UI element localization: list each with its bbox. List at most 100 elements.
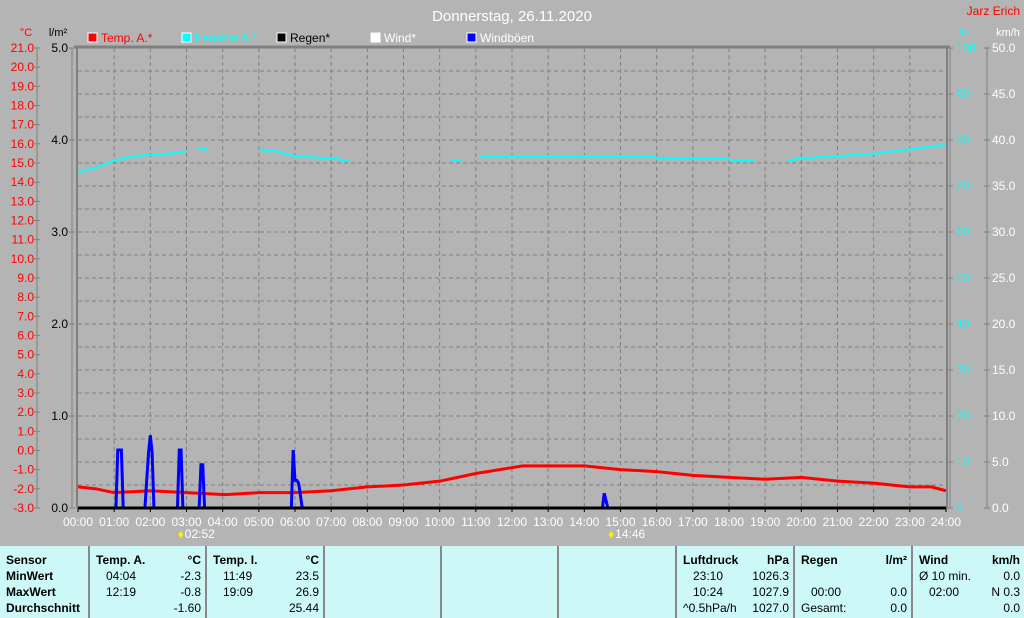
rain-header: Regen <box>801 553 838 567</box>
humidity-tick-label: 70 <box>956 179 970 193</box>
temp-tick-label: 18.0 <box>11 99 35 113</box>
humidity-tick-label: 20 <box>956 409 970 423</box>
temp-a-header: Temp. A. <box>96 553 146 567</box>
humidity-tick-label: 40 <box>956 317 970 331</box>
rain-tick-label: 3.0 <box>51 225 68 239</box>
temp-i-max: 26.9 <box>295 585 319 599</box>
wind-tick-label: 0.0 <box>992 501 1009 515</box>
x-tick-label: 19:00 <box>750 515 780 529</box>
temp-tick-label: 9.0 <box>17 271 34 285</box>
durchschnitt-label: Durchschnitt <box>6 601 81 615</box>
wind-tick-label: 5.0 <box>992 455 1009 469</box>
statistics-panel: Sensor MinWert MaxWert Durchschnitt Temp… <box>0 546 1024 618</box>
wind-tick-label: 40.0 <box>992 133 1016 147</box>
pressure-min: 1026.3 <box>752 569 789 583</box>
rain-value: 0.0 <box>890 585 907 599</box>
x-tick-label: 21:00 <box>822 515 852 529</box>
temp-tick-label: 13.0 <box>11 194 35 208</box>
x-tick-label: 07:00 <box>316 515 346 529</box>
x-tick-label: 01:00 <box>99 515 129 529</box>
x-tick-label: 10:00 <box>425 515 455 529</box>
temp-tick-label: 1.0 <box>17 424 34 438</box>
x-tick-label: 14:00 <box>569 515 599 529</box>
temp-i-min-time: 11:49 <box>223 569 253 583</box>
temp-axis-unit: °C <box>20 27 32 39</box>
author-label: Jarz Erich <box>967 4 1020 18</box>
legend-label: Feuchte A.* <box>195 31 257 45</box>
x-tick-label: 02:00 <box>135 515 165 529</box>
maxwert-label: MaxWert <box>6 585 56 599</box>
wind-max: N 0.3 <box>991 585 1020 599</box>
temp-i-max-time: 19:09 <box>223 585 254 599</box>
humidity-tick-label: 0 <box>956 501 963 515</box>
temp-tick-label: 14.0 <box>11 175 35 189</box>
temp-tick-label: -1.0 <box>13 463 34 477</box>
rain-tick-label: 4.0 <box>51 133 68 147</box>
temp-i-min: 23.5 <box>295 569 319 583</box>
legend-swatch <box>181 32 192 43</box>
legend-swatch <box>276 32 287 43</box>
x-tick-label: 00:00 <box>63 515 93 529</box>
temp-tick-label: 0.0 <box>17 444 34 458</box>
temp-a-unit: °C <box>187 553 201 567</box>
marker-label: 02:52 <box>185 527 215 541</box>
x-tick-label: 23:00 <box>895 515 925 529</box>
empty-column <box>559 546 677 618</box>
empty-column <box>325 546 442 618</box>
temp-tick-label: 17.0 <box>11 118 35 132</box>
x-tick-label: 06:00 <box>280 515 310 529</box>
rain-axis-unit: l/m² <box>49 27 68 39</box>
temp-tick-label: 16.0 <box>11 137 35 151</box>
humidity-tick-label: 10 <box>956 455 970 469</box>
temp-tick-label: -3.0 <box>13 501 34 515</box>
pressure-header: Luftdruck <box>683 553 739 567</box>
x-tick-label: 18:00 <box>714 515 744 529</box>
legend-label: Wind* <box>384 31 416 45</box>
temp-tick-label: 3.0 <box>17 386 34 400</box>
chart-title: Donnerstag, 26.11.2020 <box>432 8 592 25</box>
rain-time: 00:00 <box>811 585 842 599</box>
temp-tick-label: 15.0 <box>11 156 35 170</box>
temp-tick-label: 2.0 <box>17 405 34 419</box>
temp-a-min-time: 04:04 <box>106 569 137 583</box>
wind-unit: km/h <box>991 553 1020 567</box>
temp-tick-label: 11.0 <box>12 233 35 247</box>
rain-unit: l/m² <box>885 553 907 567</box>
wind-tick-label: 35.0 <box>992 179 1016 193</box>
empty-column <box>442 546 559 618</box>
x-tick-label: 17:00 <box>678 515 708 529</box>
temp-tick-label: -2.0 <box>13 482 34 496</box>
pressure-min-time: 23:10 <box>693 569 724 583</box>
wind-max-time: 02:00 <box>929 585 960 599</box>
x-tick-label: 13:00 <box>533 515 563 529</box>
x-tick-label: 12:00 <box>497 515 527 529</box>
wind-tick-label: 25.0 <box>992 271 1016 285</box>
minwert-label: MinWert <box>6 569 54 583</box>
wind-value: 0.0 <box>1003 601 1020 615</box>
wind-axis-unit: km/h <box>996 27 1020 39</box>
legend-swatch <box>87 32 98 43</box>
temp-tick-label: 8.0 <box>17 290 34 304</box>
rain-total-label: Gesamt: <box>801 601 847 615</box>
wind-tick-label: 50.0 <box>992 41 1016 55</box>
x-tick-label: 20:00 <box>786 515 816 529</box>
temp-tick-label: 12.0 <box>11 214 35 228</box>
humidity-tick-label: 30 <box>956 363 970 377</box>
temp-i-header: Temp. I. <box>213 553 258 567</box>
x-tick-label: 09:00 <box>388 515 418 529</box>
wind-tick-label: 30.0 <box>992 225 1016 239</box>
wind-header: Wind <box>919 553 949 567</box>
temp-a-max-time: 12:19 <box>106 585 137 599</box>
pressure-unit: hPa <box>766 553 789 567</box>
temp-i-avg: 25.44 <box>288 601 319 615</box>
sensor-header: Sensor <box>6 553 47 567</box>
weather-chart: °C -3.0 -2.0 -1.0 0.0 1.0 2.0 3.0 4.0 5.0 6.0 7.0 8.… <box>11 4 1020 541</box>
wind-tick-label: 10.0 <box>992 409 1016 423</box>
pressure-avg: 1027.0 <box>752 601 789 615</box>
pressure-max: 1027.9 <box>752 585 789 599</box>
temp-a-avg: -1.60 <box>173 601 201 615</box>
legend-swatch <box>466 32 477 43</box>
temp-tick-label: 5.0 <box>17 348 34 362</box>
x-tick-label: 22:00 <box>859 515 889 529</box>
humidity-tick-label: 50 <box>956 271 970 285</box>
